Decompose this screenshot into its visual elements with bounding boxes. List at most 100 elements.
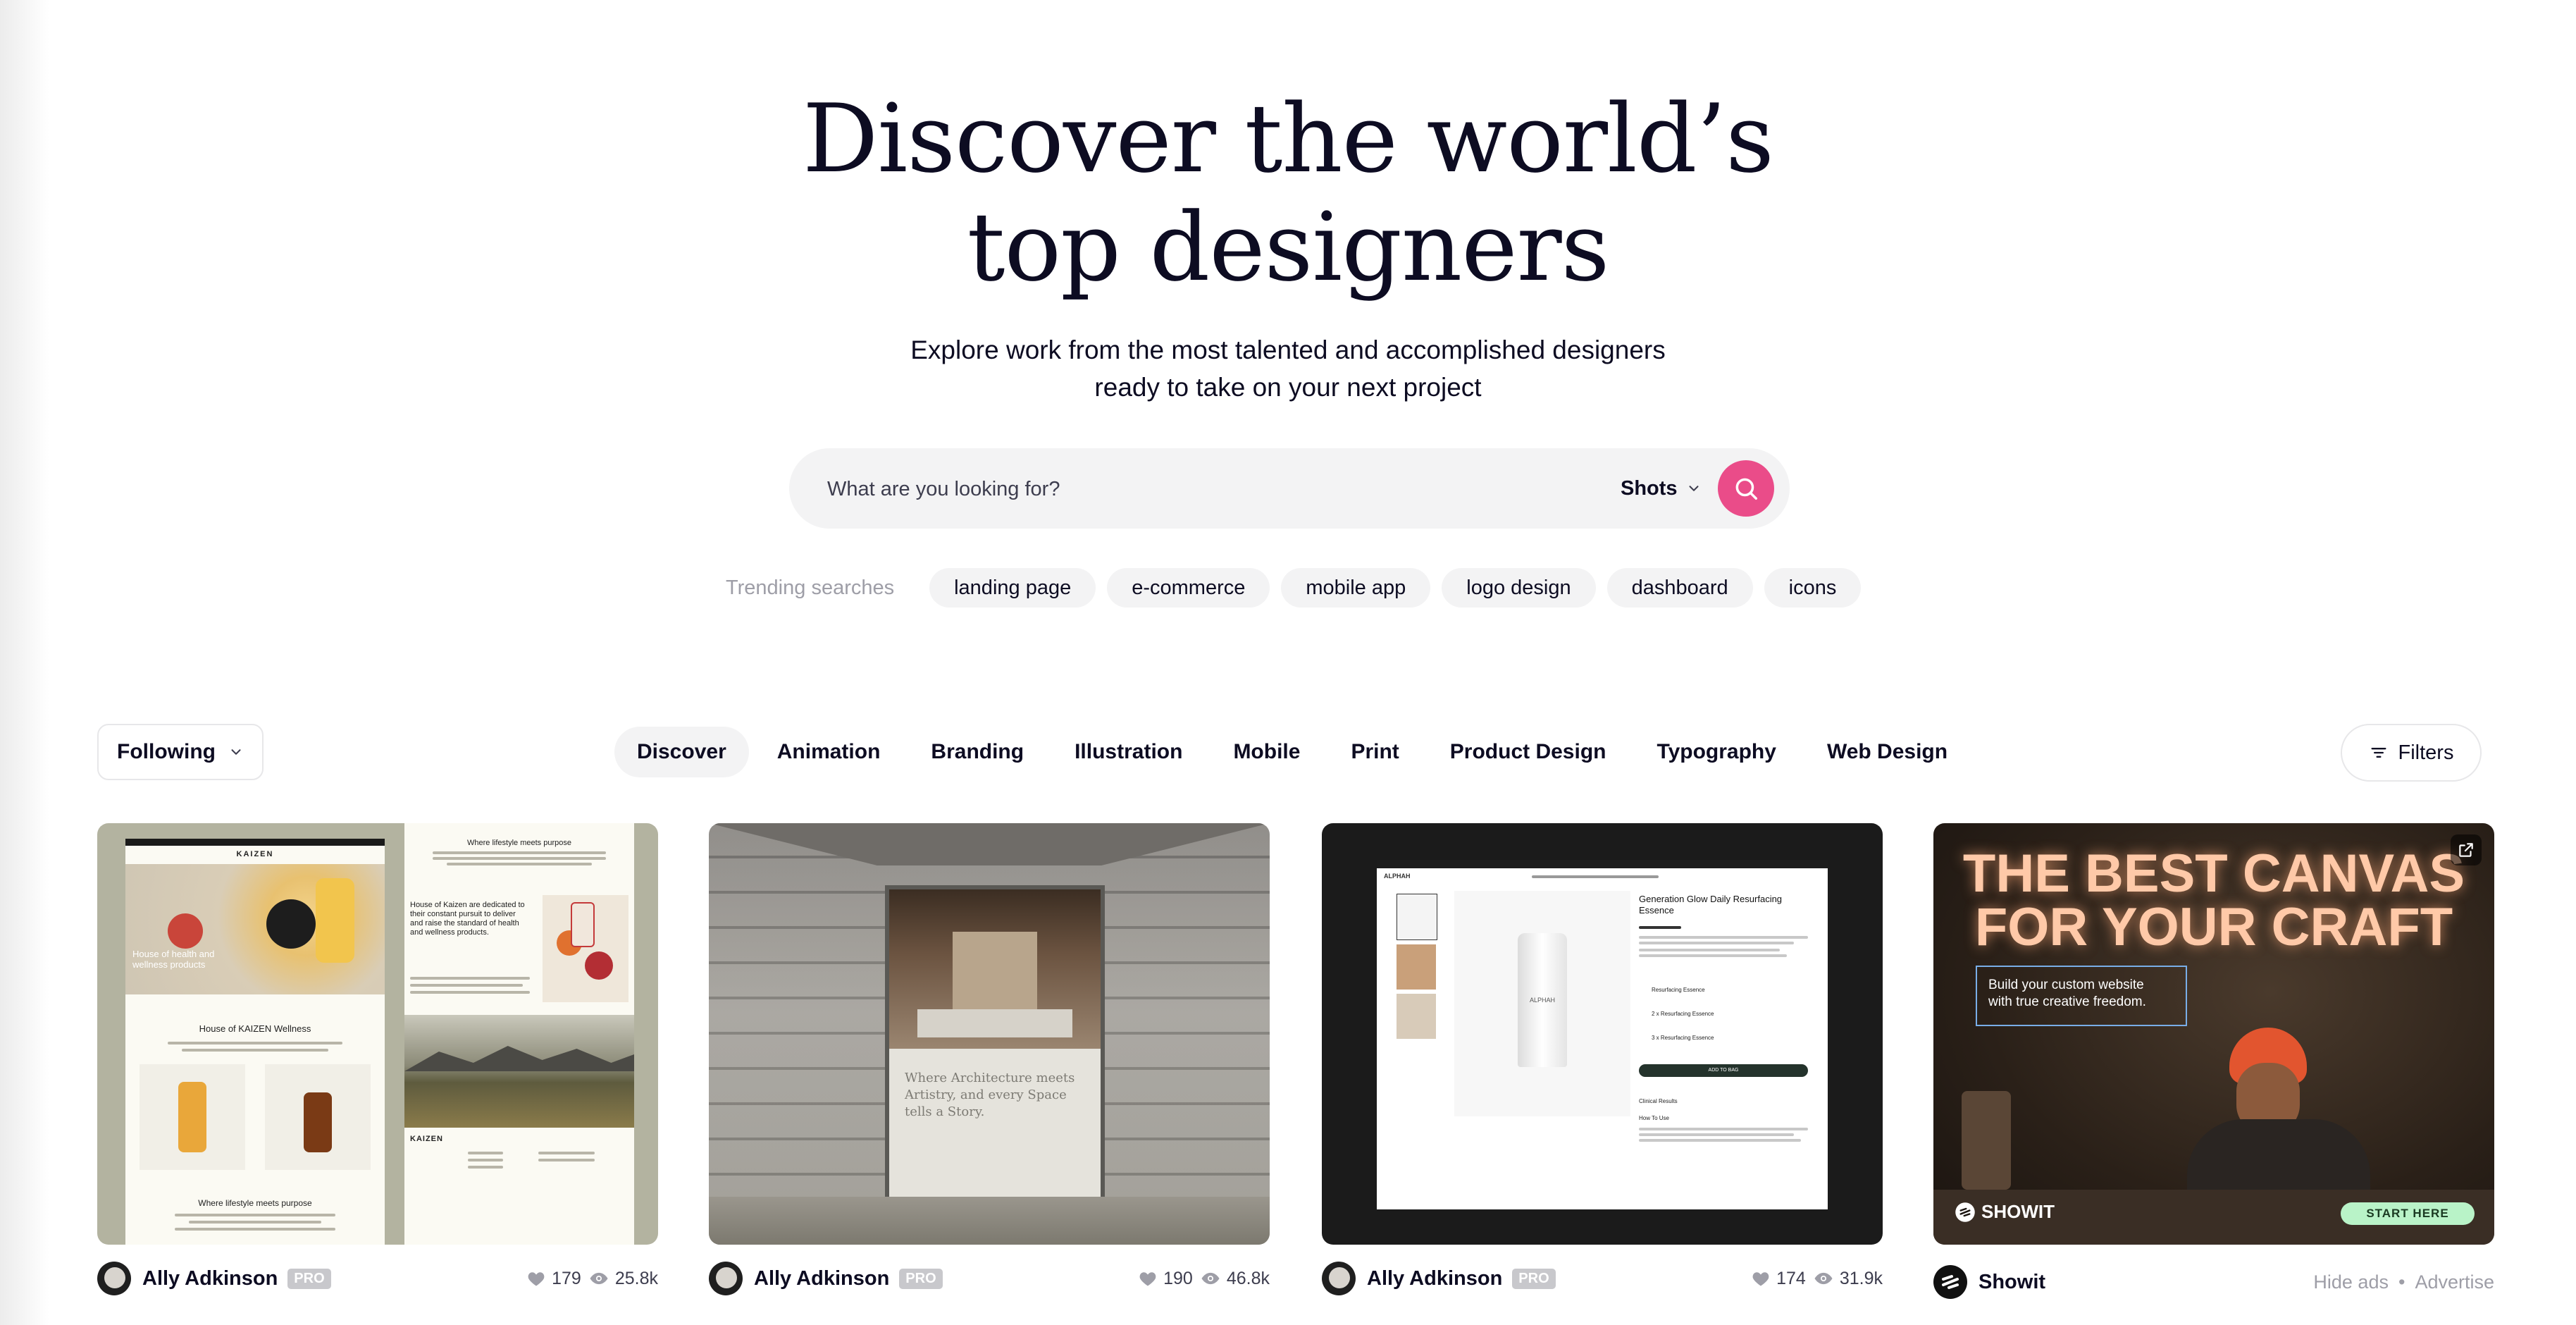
trending-chip[interactable]: mobile app <box>1281 568 1431 608</box>
hero-title-line: Discover the world’s <box>803 84 1774 194</box>
ad-meta: Showit Hide ads • Advertise <box>1933 1264 2494 1300</box>
tab-mobile[interactable]: Mobile <box>1210 727 1323 777</box>
category-tabs: Discover Animation Branding Illustration… <box>614 724 1970 780</box>
advertiser-name[interactable]: Showit <box>1979 1271 2045 1294</box>
mock-section: Clinical Results <box>1639 1098 1678 1104</box>
trending-chip[interactable]: e-commerce <box>1107 568 1270 608</box>
search-input[interactable] <box>826 448 1604 530</box>
hero-title: Discover the world’s top designers <box>0 85 2576 302</box>
hero-title-line: top designers <box>967 192 1610 302</box>
heart-icon <box>528 1272 545 1286</box>
mock-hero-caption: House of health and wellness products <box>132 949 215 970</box>
filters-label: Filters <box>2398 741 2454 764</box>
mock-section: How To Use <box>1639 1115 1669 1121</box>
mock-body-heading: House of Kaizen are dedicated to their c… <box>410 901 525 937</box>
author-name[interactable]: Ally Adkinson <box>142 1267 278 1290</box>
eye-icon <box>590 1272 608 1285</box>
shot-thumbnail[interactable]: KAIZEN House of health and wellness prod… <box>97 823 658 1245</box>
search-bar: Shots <box>789 448 1790 530</box>
hero-subtitle: Explore work from the most talented and … <box>0 331 2576 406</box>
tab-illustration[interactable]: Illustration <box>1052 727 1205 777</box>
mock-option-row: 3 x Resurfacing Essence <box>1652 1035 1714 1041</box>
shot-stats: 174 31.9k <box>1751 1268 1883 1289</box>
hide-ads-link[interactable]: Hide ads <box>2313 1271 2389 1293</box>
mock-page-right: Where lifestyle meets purpose House of K… <box>404 823 634 1245</box>
external-link-icon[interactable] <box>2451 834 2482 865</box>
likes-count: 174 <box>1776 1268 1806 1288</box>
chevron-down-icon <box>231 749 241 755</box>
trending-chip[interactable]: landing page <box>929 568 1096 608</box>
ad-thumbnail[interactable]: THE BEST CANVAS FOR YOUR CRAFT Build you… <box>1933 823 2494 1245</box>
shot-meta: Ally Adkinson PRO 179 25.8k <box>97 1260 658 1297</box>
likes-stat[interactable]: 190 <box>1138 1269 1193 1289</box>
tab-animation[interactable]: Animation <box>755 727 903 777</box>
showit-logo-text: SHOWIT <box>1981 1201 2055 1222</box>
views-count: 46.8k <box>1226 1268 1270 1288</box>
shot-card: Where Architecture meets Artistry, and e… <box>709 823 1270 1295</box>
tab-discover[interactable]: Discover <box>614 727 749 777</box>
search-type-dropdown[interactable]: Shots <box>1621 472 1702 505</box>
heart-icon <box>1752 1272 1769 1286</box>
tab-web-design[interactable]: Web Design <box>1804 727 1970 777</box>
poster-text: Where Architecture meets Artistry, and e… <box>905 1071 1075 1119</box>
shot-card: ALPHAH ALPHAH Generation Glow Daily Resu… <box>1322 823 1883 1295</box>
ad-cta-button[interactable]: START HERE <box>2341 1202 2475 1225</box>
tab-print[interactable]: Print <box>1328 727 1421 777</box>
ad-text-box: Build your custom website with true crea… <box>1976 966 2187 1026</box>
hero-subtitle-line: Explore work from the most talented and … <box>910 335 1666 364</box>
search-button[interactable] <box>1718 460 1774 517</box>
mock-section-title: House of KAIZEN Wellness <box>199 1023 311 1034</box>
trending-chip[interactable]: dashboard <box>1606 568 1753 608</box>
trending-chip[interactable]: icons <box>1764 568 1862 608</box>
ad-headline-line: THE BEST CANVAS <box>1962 844 2465 904</box>
advertise-link[interactable]: Advertise <box>2415 1271 2494 1293</box>
mock-add-to-bag: ADD TO BAG <box>1639 1064 1808 1077</box>
mock-footer-brand: KAIZEN <box>410 1135 443 1143</box>
hero-subtitle-line: ready to take on your next project <box>1094 373 1482 402</box>
likes-stat[interactable]: 174 <box>1751 1269 1806 1289</box>
avatar[interactable] <box>97 1262 131 1295</box>
ad-headline-line: FOR YOUR CRAFT <box>1974 897 2453 957</box>
separator: • <box>2398 1271 2405 1293</box>
following-dropdown[interactable]: Following <box>97 724 264 780</box>
mock-brand: KAIZEN <box>236 850 274 858</box>
views-count: 31.9k <box>1839 1268 1883 1288</box>
ad-box-line: with true creative freedom. <box>1988 994 2146 1009</box>
ad-headline: THE BEST CANVAS FOR YOUR CRAFT <box>1933 847 2494 954</box>
author-name[interactable]: Ally Adkinson <box>1367 1267 1502 1290</box>
poster: Where Architecture meets Artistry, and e… <box>885 885 1105 1204</box>
showit-logo-icon <box>1955 1202 1975 1222</box>
search-icon <box>1735 478 1757 500</box>
shot-stats: 179 25.8k <box>526 1268 658 1289</box>
tab-branding[interactable]: Branding <box>908 727 1046 777</box>
trending-searches: Trending searches landing page e-commerc… <box>726 568 1862 608</box>
shot-thumbnail[interactable]: ALPHAH ALPHAH Generation Glow Daily Resu… <box>1322 823 1883 1245</box>
ad-links: Hide ads • Advertise <box>2313 1271 2494 1293</box>
showit-avatar[interactable] <box>1933 1265 1967 1299</box>
shot-thumbnail[interactable]: Where Architecture meets Artistry, and e… <box>709 823 1270 1245</box>
shot-meta: Ally Adkinson PRO 190 46.8k <box>709 1260 1270 1297</box>
ad-box-line: Build your custom website <box>1988 978 2144 992</box>
likes-stat[interactable]: 179 <box>526 1269 581 1289</box>
filters-button[interactable]: Filters <box>2341 724 2482 782</box>
tab-product-design[interactable]: Product Design <box>1428 727 1629 777</box>
eye-icon <box>1201 1272 1220 1285</box>
heart-icon <box>1139 1272 1156 1286</box>
views-stat: 25.8k <box>588 1268 658 1289</box>
author-name[interactable]: Ally Adkinson <box>754 1267 889 1290</box>
mock-footer-title: Where lifestyle meets purpose <box>198 1198 312 1208</box>
trending-label: Trending searches <box>726 576 895 599</box>
trending-chip[interactable]: logo design <box>1442 568 1596 608</box>
avatar[interactable] <box>1322 1262 1356 1295</box>
avatar[interactable] <box>709 1262 743 1295</box>
likes-count: 190 <box>1163 1268 1193 1288</box>
pro-badge: PRO <box>287 1268 331 1289</box>
tab-typography[interactable]: Typography <box>1634 727 1798 777</box>
shot-meta: Ally Adkinson PRO 174 31.9k <box>1322 1260 1883 1297</box>
views-stat: 31.9k <box>1813 1268 1883 1289</box>
following-label: Following <box>117 740 216 763</box>
shot-stats: 190 46.8k <box>1138 1268 1270 1289</box>
mock-hero-image: House of health and wellness products <box>125 864 385 994</box>
pro-badge: PRO <box>899 1268 943 1289</box>
views-stat: 46.8k <box>1200 1268 1270 1289</box>
